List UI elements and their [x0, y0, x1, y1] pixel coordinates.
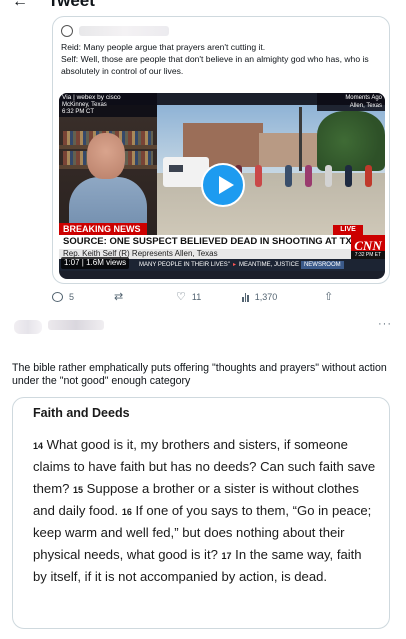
quoted-tweet-card[interactable]: Reid: Many people argue that prayers are…: [52, 16, 390, 284]
ticker-item: MANY PEOPLE IN THEIR LIVES": [139, 262, 230, 268]
verse-number: 15: [73, 485, 84, 495]
scene-location-label: Moments Ago Allen, Texas: [317, 93, 385, 111]
reply-button[interactable]: 5: [52, 290, 74, 304]
share-button[interactable]: ⇧: [324, 290, 333, 304]
speaker-head: [87, 133, 125, 179]
webcam-time: 6:32 PM CT: [62, 109, 95, 115]
tweet-actions: 5 ⇄ ♡ 11 1,370 ⇧: [52, 290, 352, 304]
verse-number: 14: [33, 441, 44, 451]
scene-building: [259, 133, 319, 167]
reply-count: 5: [69, 292, 75, 302]
avatar[interactable]: [14, 320, 42, 334]
views-count: 1,370: [254, 292, 278, 302]
network-time: 7:32 PM ET: [351, 251, 385, 259]
verse-number: 17: [221, 551, 232, 561]
breaking-news-label: BREAKING NEWS: [59, 223, 147, 235]
ticker-item: MEANTIME, JUSTICE: [238, 262, 299, 268]
top-bar: ← Tweet: [0, 0, 406, 10]
reply-tweet-text: The bible rather emphatically puts offer…: [12, 362, 387, 387]
analytics-icon: [242, 292, 249, 302]
like-button[interactable]: ♡ 11: [176, 290, 201, 304]
live-badge: LIVE: [333, 225, 363, 235]
ticker-separator-icon: ▸: [232, 262, 236, 268]
webcam-location-label: Via | webex by cisco McKinney, Texas 6:3…: [59, 93, 157, 117]
scene-person: [345, 165, 352, 187]
profile-avatar-icon[interactable]: [61, 25, 73, 37]
scene-trees: [317, 111, 385, 171]
scene-pole: [299, 107, 302, 171]
share-icon: ⇧: [324, 291, 334, 303]
more-options-icon[interactable]: ···: [378, 318, 392, 330]
quoted-line-self: Self: Well, those are people that don't …: [61, 54, 369, 76]
retweet-button[interactable]: ⇄: [114, 290, 129, 304]
redacted-author-name: [48, 320, 104, 330]
heart-icon: ♡: [176, 291, 186, 303]
redacted-author-name: [79, 26, 169, 36]
quoted-tweet-text: Reid: Many people argue that prayers are…: [61, 41, 383, 77]
webcam-panel: [59, 105, 157, 237]
scene-person: [285, 165, 292, 187]
scene-person: [365, 165, 372, 187]
ticker-program: NEWSROOM: [300, 261, 344, 269]
views-button[interactable]: 1,370: [242, 290, 277, 304]
video-duration-views: 1:07 | 1.6M views: [61, 257, 130, 269]
verse-image-card[interactable]: Faith and Deeds 14 What good is it, my b…: [12, 397, 390, 629]
retweet-icon: ⇄: [114, 291, 124, 303]
webcam-city: McKinney, Texas: [62, 101, 107, 108]
verse-title: Faith and Deeds: [33, 406, 130, 420]
video-player[interactable]: Via | webex by cisco McKinney, Texas 6:3…: [59, 93, 385, 279]
reply-icon: [52, 292, 63, 302]
quoted-line-reid: Reid: Many people argue that prayers are…: [61, 42, 266, 52]
play-icon[interactable]: [201, 163, 245, 207]
scene-city: Allen, Texas: [349, 103, 382, 109]
webcam-source: Via | webex by cisco: [62, 94, 121, 101]
scene-time: Moments Ago: [345, 95, 382, 101]
scene-person: [255, 165, 262, 187]
like-count: 11: [191, 292, 202, 302]
page-title: Tweet: [48, 0, 95, 10]
verse-body: 14 What good is it, my brothers and sist…: [33, 434, 379, 588]
scene-person: [305, 165, 312, 187]
scene-person: [325, 165, 332, 187]
news-headline: SOURCE: ONE SUSPECT BELIEVED DEAD IN SHO…: [59, 235, 351, 249]
back-arrow-icon[interactable]: ←: [12, 0, 28, 11]
verse-number: 16: [121, 507, 132, 517]
